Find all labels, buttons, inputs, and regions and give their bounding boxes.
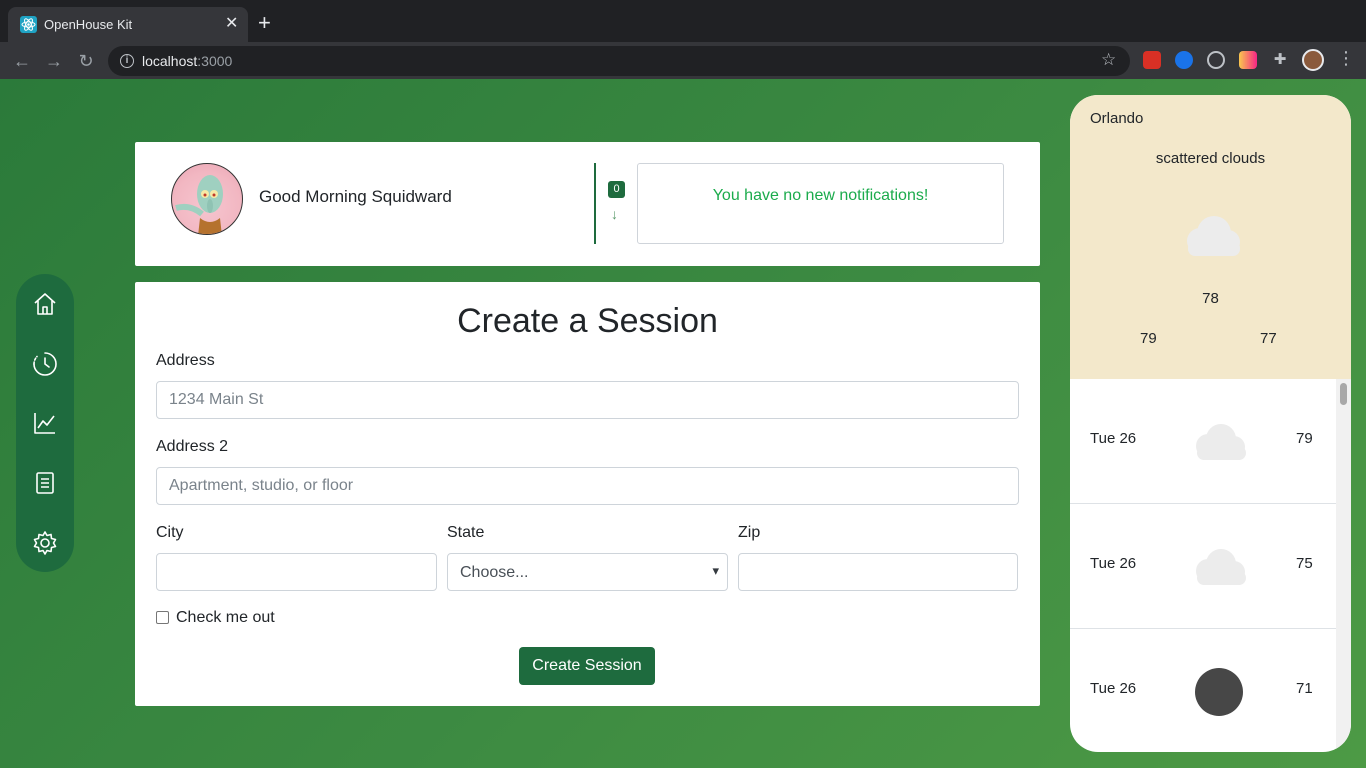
- state-select-value: Choose...: [460, 564, 529, 581]
- history-icon[interactable]: [31, 350, 59, 378]
- cloud-icon: [1188, 546, 1250, 593]
- checkbox-label[interactable]: Check me out: [176, 609, 275, 627]
- tab-title: OpenHouse Kit: [44, 17, 133, 32]
- forecast-temp: 79: [1296, 430, 1313, 447]
- browser-tab[interactable]: OpenHouse Kit ✕: [8, 7, 248, 42]
- forecast-temp: 71: [1296, 680, 1313, 697]
- low-temperature: 77: [1260, 330, 1277, 347]
- forecast-day: Tue 26: [1090, 430, 1137, 447]
- weather-widget: Orlando scattered clouds 78 79 77 Tue 26: [1070, 95, 1351, 752]
- weather-description: scattered clouds: [1155, 150, 1266, 167]
- extension-w-icon[interactable]: [1239, 51, 1257, 69]
- header-card: Good Morning Squidward 0 ↓ You have no n…: [135, 142, 1040, 266]
- browser-menu-icon[interactable]: ⋮: [1337, 48, 1355, 69]
- app-page: Good Morning Squidward 0 ↓ You have no n…: [0, 79, 1366, 768]
- scrollbar-thumb[interactable]: [1340, 383, 1347, 405]
- sidebar-nav: [16, 274, 74, 572]
- url-port: :3000: [197, 53, 233, 69]
- extension-blue-icon[interactable]: [1175, 51, 1193, 69]
- current-temperature: 78: [1202, 290, 1219, 307]
- url-host: localhost: [142, 53, 198, 69]
- forecast-row: Tue 26 75: [1070, 504, 1336, 629]
- notification-message: You have no new notifications!: [712, 187, 929, 204]
- address-input[interactable]: [156, 381, 1019, 419]
- forecast-day: Tue 26: [1090, 680, 1137, 697]
- forecast-temp: 75: [1296, 555, 1313, 572]
- forecast-row: Tue 26 79: [1070, 379, 1336, 504]
- state-label: State: [447, 524, 485, 541]
- extension-red-icon[interactable]: [1143, 51, 1161, 69]
- weather-city: Orlando: [1090, 110, 1144, 127]
- arrow-down-icon[interactable]: ↓: [611, 206, 618, 222]
- reload-icon[interactable]: ↻: [74, 49, 98, 73]
- header-divider: [594, 163, 596, 244]
- create-session-button[interactable]: Create Session: [519, 647, 655, 685]
- address2-label: Address 2: [156, 438, 229, 455]
- zip-input[interactable]: [738, 553, 1018, 591]
- url-text: localhost:3000: [142, 53, 232, 69]
- page-title: Create a Session: [457, 302, 718, 340]
- extensions-puzzle-icon[interactable]: ✚: [1271, 51, 1289, 69]
- settings-icon[interactable]: [31, 529, 59, 557]
- browser-tab-bar: OpenHouse Kit ✕ +: [0, 0, 1366, 42]
- notification-count-badge[interactable]: 0: [608, 181, 625, 198]
- state-select[interactable]: Choose... ▾: [447, 553, 728, 591]
- greeting-text: Good Morning Squidward: [259, 187, 452, 206]
- address-bar[interactable]: i localhost:3000 ☆: [108, 46, 1130, 76]
- cloud-icon: [1178, 213, 1244, 264]
- address2-input[interactable]: [156, 467, 1019, 505]
- check-me-out-checkbox[interactable]: [156, 611, 169, 624]
- document-icon[interactable]: [31, 469, 59, 497]
- bookmark-star-icon[interactable]: ☆: [1101, 50, 1116, 70]
- notification-panel: You have no new notifications!: [637, 163, 1004, 244]
- forecast-list: Tue 26 79 Tue 26 75 Tue 26 71: [1070, 379, 1336, 752]
- browser-toolbar: ← → ↻ i localhost:3000 ☆ ✚ ⋮: [0, 42, 1366, 79]
- forecast-row: Tue 26 71: [1070, 629, 1336, 752]
- moon-icon: [1194, 667, 1244, 722]
- forecast-day: Tue 26: [1090, 555, 1137, 572]
- chevron-down-icon: ▾: [712, 563, 719, 578]
- create-session-form: Create a Session Address Address 2 City …: [135, 282, 1040, 706]
- current-weather: Orlando scattered clouds 78 79 77: [1070, 95, 1351, 379]
- zip-label: Zip: [738, 524, 761, 541]
- forward-icon[interactable]: →: [42, 49, 66, 73]
- react-favicon-icon: [20, 16, 37, 33]
- extension-target-icon[interactable]: [1207, 51, 1225, 69]
- high-temperature: 79: [1140, 330, 1157, 347]
- home-icon[interactable]: [31, 290, 59, 318]
- forecast-scrollbar[interactable]: [1336, 379, 1351, 752]
- site-info-icon[interactable]: i: [120, 54, 134, 68]
- address-label: Address: [156, 352, 215, 369]
- avatar[interactable]: [171, 163, 243, 235]
- close-tab-icon[interactable]: ✕: [225, 15, 238, 33]
- profile-avatar-icon[interactable]: [1302, 49, 1324, 71]
- new-tab-icon[interactable]: +: [258, 12, 271, 34]
- chart-icon[interactable]: [31, 409, 59, 437]
- cloud-icon: [1188, 421, 1250, 468]
- city-label: City: [156, 524, 184, 541]
- back-icon[interactable]: ←: [10, 49, 34, 73]
- city-input[interactable]: [156, 553, 437, 591]
